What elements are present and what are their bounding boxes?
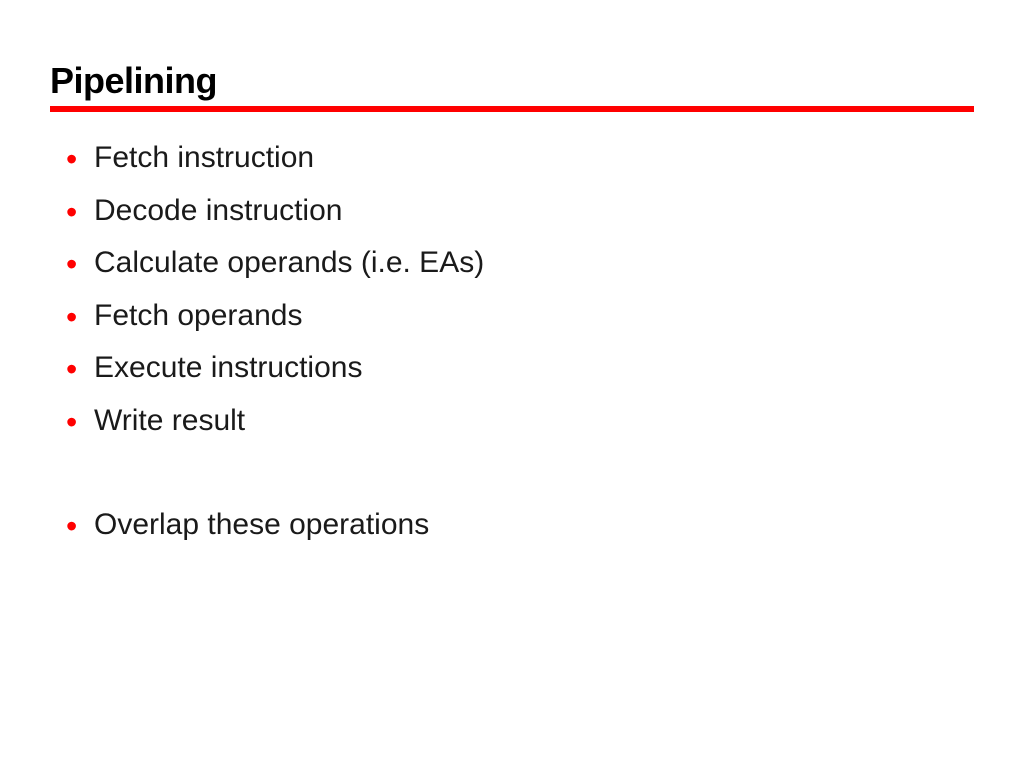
list-item: Overlap these operations bbox=[94, 499, 974, 552]
title-divider bbox=[50, 106, 974, 112]
spacer bbox=[50, 447, 974, 499]
list-item: Calculate operands (i.e. EAs) bbox=[94, 237, 974, 290]
list-item: Fetch operands bbox=[94, 290, 974, 343]
list-item: Decode instruction bbox=[94, 185, 974, 238]
list-item: Fetch instruction bbox=[94, 132, 974, 185]
list-item: Execute instructions bbox=[94, 342, 974, 395]
list-item: Write result bbox=[94, 395, 974, 448]
bullet-list-secondary: Overlap these operations bbox=[50, 499, 974, 552]
slide-title: Pipelining bbox=[50, 60, 974, 102]
bullet-list-primary: Fetch instruction Decode instruction Cal… bbox=[50, 132, 974, 447]
